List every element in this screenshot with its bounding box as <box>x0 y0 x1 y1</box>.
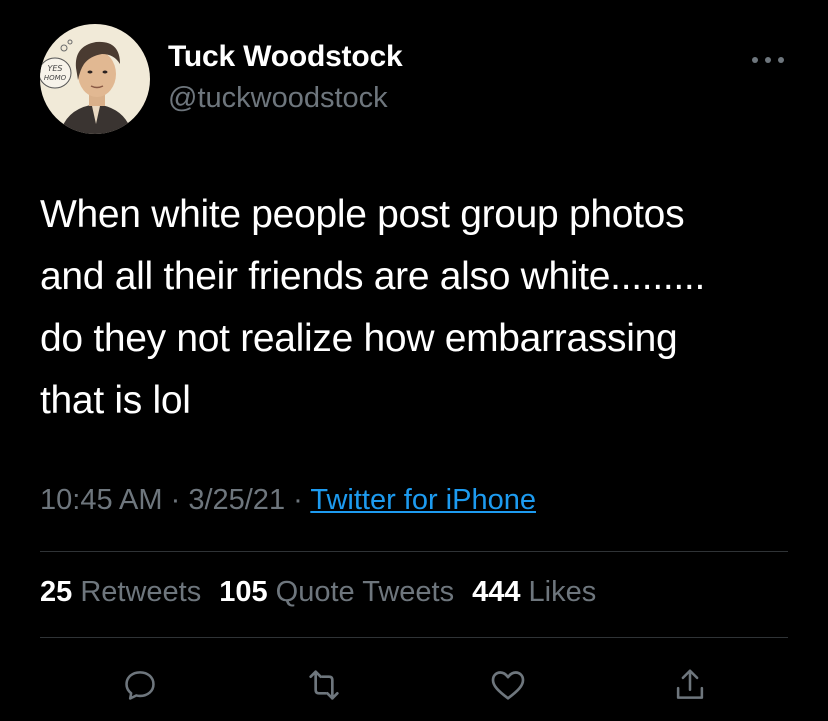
quote-tweets-label: Quote Tweets <box>275 576 455 608</box>
divider <box>40 551 788 552</box>
quote-tweets-stat[interactable]: 105 Quote Tweets <box>219 576 454 608</box>
meta-separator: · <box>162 484 189 516</box>
tweet-line: When white people post group photos <box>40 193 685 236</box>
avatar-illustration: YES HOMO <box>40 24 150 134</box>
likes-stat[interactable]: 444 Likes <box>472 576 596 608</box>
like-icon <box>491 671 525 700</box>
quote-tweets-count: 105 <box>219 576 268 608</box>
engagement-stats: 25 Retweets 105 Quote Tweets 444 Likes <box>40 576 614 609</box>
share-button[interactable] <box>668 663 712 707</box>
tweet-line: do they not realize how embarrassing <box>40 317 678 360</box>
like-button[interactable] <box>486 663 530 707</box>
divider <box>40 637 788 638</box>
share-icon <box>676 669 704 699</box>
tweet-time[interactable]: 10:45 AM <box>40 484 163 516</box>
tweet-line: and all their friends are also white....… <box>40 255 706 298</box>
more-options-button[interactable] <box>748 50 788 70</box>
reply-button[interactable] <box>118 663 162 707</box>
meta-separator: · <box>285 484 311 516</box>
avatar[interactable]: YES HOMO <box>40 24 150 134</box>
action-bar <box>0 663 828 707</box>
likes-count: 444 <box>472 576 521 608</box>
retweet-button[interactable] <box>302 663 346 707</box>
retweets-count: 25 <box>40 576 73 608</box>
reply-icon <box>125 671 155 700</box>
tweet-source-link[interactable]: Twitter for iPhone <box>310 484 536 516</box>
likes-label: Likes <box>528 576 597 608</box>
svg-text:YES: YES <box>47 64 62 73</box>
retweets-stat[interactable]: 25 Retweets <box>40 576 201 608</box>
retweet-icon <box>309 670 339 700</box>
tweet-date[interactable]: 3/25/21 <box>188 484 285 516</box>
more-dots-icon <box>752 57 784 63</box>
svg-text:HOMO: HOMO <box>44 74 67 82</box>
tweet-metadata: 10:45 AM · 3/25/21 · Twitter for iPhone <box>40 484 536 517</box>
tweet-line: that is lol <box>40 379 191 422</box>
retweets-label: Retweets <box>80 576 202 608</box>
display-name[interactable]: Tuck Woodstock <box>168 40 403 74</box>
username-handle[interactable]: @tuckwoodstock <box>168 82 388 115</box>
tweet-text: When white people post group photos and … <box>40 184 810 432</box>
